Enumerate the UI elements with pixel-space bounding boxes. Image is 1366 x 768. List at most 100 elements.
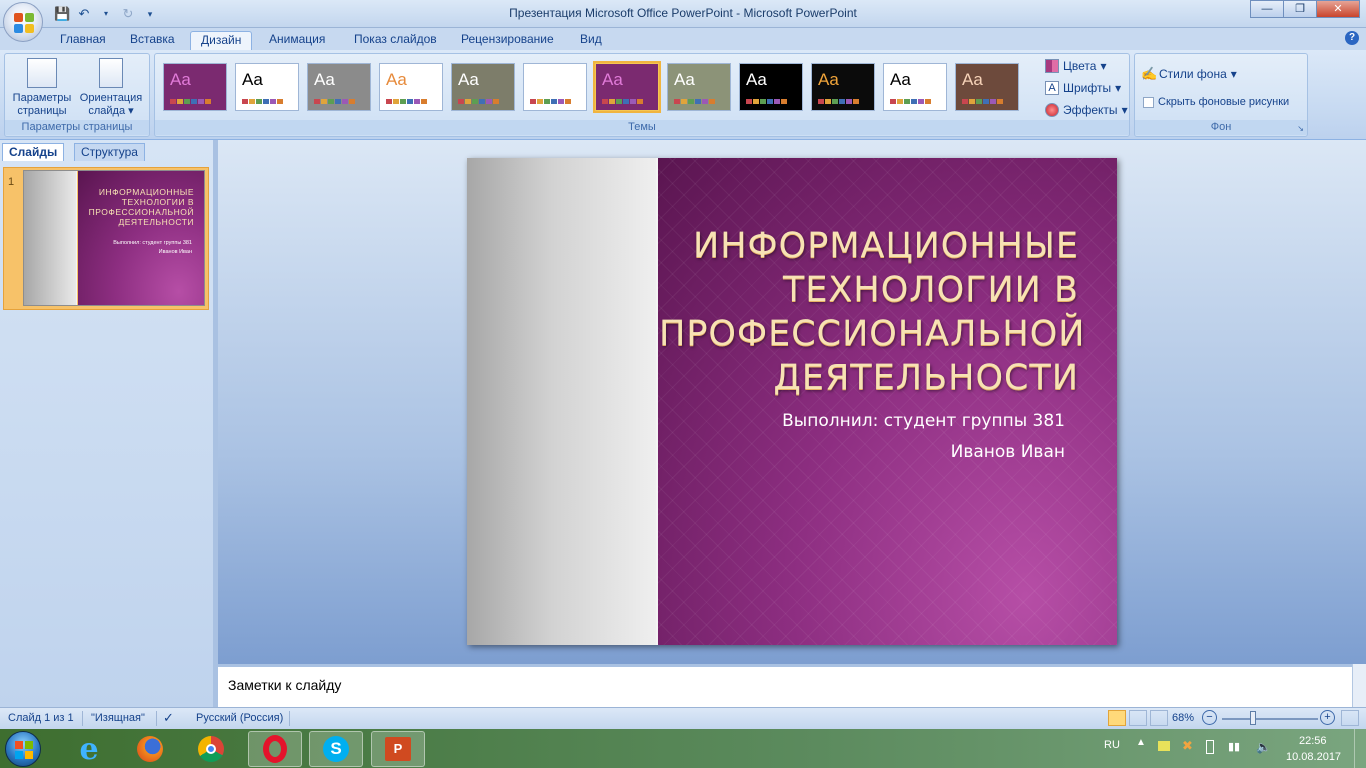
powerpoint-icon[interactable]: P	[371, 731, 425, 767]
theme-thumbnail[interactable]: Aa	[811, 63, 875, 111]
minimize-button[interactable]: —	[1250, 0, 1284, 18]
theme-color-swatches	[242, 99, 283, 104]
slide-info: Слайд 1 из 1	[8, 712, 74, 724]
theme-sample-text: Aa	[386, 70, 407, 89]
tab-slide-show[interactable]: Показ слайдов	[344, 31, 447, 50]
slide-number: 1	[8, 176, 15, 188]
tray-antivirus-icon[interactable]: ✖	[1182, 738, 1193, 754]
fonts-icon: A	[1045, 81, 1059, 95]
theme-thumbnail[interactable]: Aa	[307, 63, 371, 111]
help-icon[interactable]: ?	[1345, 31, 1359, 45]
slide-show-icon[interactable]	[1150, 710, 1168, 726]
notes-pane[interactable]: Заметки к слайду	[218, 664, 1352, 707]
tray-app-icon[interactable]	[1158, 741, 1170, 751]
page-setup-label: Параметры страницы	[12, 92, 72, 117]
zoom-slider[interactable]	[1222, 718, 1318, 720]
clock-date[interactable]: 10.08.2017	[1286, 751, 1341, 763]
slide-sorter-icon[interactable]	[1129, 710, 1147, 726]
volume-icon[interactable]: 🔈	[1256, 740, 1271, 754]
hide-background-checkbox[interactable]: Скрыть фоновые рисунки	[1143, 93, 1289, 111]
zoom-out-icon[interactable]: −	[1202, 710, 1217, 725]
themes-group: AaAaAaAaAaAaAaAaAaAaAaAa ▲ ▼ ▾ Цвета ▾ A…	[154, 53, 1193, 137]
firefox-icon[interactable]	[123, 731, 177, 767]
fonts-label: Шрифты	[1063, 81, 1112, 95]
tab-animation[interactable]: Анимация	[259, 31, 335, 50]
theme-thumbnail[interactable]: Aa	[523, 63, 587, 111]
page-setup-button[interactable]: Параметры страницы	[9, 58, 75, 118]
effects-button[interactable]: Эффекты ▾	[1045, 101, 1128, 119]
tab-review[interactable]: Рецензирование	[451, 31, 564, 50]
tab-design[interactable]: Дизайн	[190, 31, 253, 50]
theme-sample-text: Aa	[890, 70, 911, 89]
theme-thumbnail[interactable]: Aa	[883, 63, 947, 111]
tab-view[interactable]: Вид	[570, 31, 612, 50]
theme-color-swatches	[674, 99, 715, 104]
clock-time[interactable]: 22:56	[1299, 735, 1327, 747]
slide-subtitle-line2[interactable]: Иванов Иван	[951, 442, 1065, 462]
theme-color-swatches	[314, 99, 355, 104]
theme-thumbnail[interactable]: Aa	[235, 63, 299, 111]
fonts-button[interactable]: A Шрифты ▾	[1045, 79, 1121, 97]
window-controls: — ❐ ✕	[1250, 0, 1360, 18]
notes-placeholder: Заметки к слайду	[228, 677, 342, 693]
thumbnail-title: ИНФОРМАЦИОННЫЕ ТЕХНОЛОГИИ В ПРОФЕССИОНАЛ…	[88, 187, 194, 227]
normal-view-icon[interactable]	[1108, 710, 1126, 726]
zoom-in-icon[interactable]: +	[1320, 710, 1335, 725]
opera-icon[interactable]	[248, 731, 302, 767]
theme-thumbnail[interactable]: Aa	[593, 61, 661, 113]
zoom-slider-thumb[interactable]	[1249, 711, 1256, 725]
tab-slides[interactable]: Слайды	[2, 143, 65, 161]
theme-color-swatches	[602, 99, 643, 104]
theme-color-swatches	[746, 99, 787, 104]
save-icon[interactable]: 💾	[54, 6, 70, 22]
language[interactable]: Русский (Россия)	[196, 712, 283, 724]
slide-canvas[interactable]: ИНФОРМАЦИОННЫЕ ТЕХНОЛОГИИ В ПРОФЕССИОНАЛ…	[467, 158, 1117, 645]
notes-scrollbar[interactable]	[1352, 664, 1366, 707]
window-title: Презентация Microsoft Office PowerPoint …	[509, 6, 857, 20]
windows-logo-icon	[15, 741, 33, 759]
undo-dropdown-icon[interactable]: ▾	[98, 6, 114, 22]
redo-icon[interactable]: ↻	[120, 6, 136, 22]
checkbox-icon	[1143, 96, 1154, 108]
close-button[interactable]: ✕	[1316, 0, 1360, 18]
slide-orientation-button[interactable]: Ориентация слайда ▾	[75, 58, 147, 118]
restore-button[interactable]: ❐	[1283, 0, 1317, 18]
theme-sample-text: Aa	[314, 70, 335, 89]
theme-thumbnail[interactable]: Aa	[163, 63, 227, 111]
slide-title[interactable]: ИНФОРМАЦИОННЫЕ ТЕХНОЛОГИИ В ПРОФЕССИОНАЛ…	[659, 224, 1084, 400]
customize-toolbar-icon[interactable]: ▾	[142, 6, 158, 22]
thumbnail-subtitle-1: Выполнил: студент группы 381	[113, 240, 192, 246]
ribbon-tab-bar: Главная Вставка Дизайн Анимация Показ сл…	[0, 28, 1366, 50]
theme-color-swatches	[890, 99, 931, 104]
theme-thumbnail[interactable]: Aa	[739, 63, 803, 111]
show-hidden-icons[interactable]: ▲	[1136, 737, 1146, 748]
theme-thumbnail[interactable]: Aa	[379, 63, 443, 111]
keyboard-language[interactable]: RU	[1104, 739, 1120, 751]
undo-icon[interactable]: ↶	[76, 6, 92, 22]
slide-subtitle-line1[interactable]: Выполнил: студент группы 381	[782, 411, 1065, 431]
tab-insert[interactable]: Вставка	[120, 31, 185, 50]
theme-sample-text: Aa	[746, 70, 767, 89]
signal-icon[interactable]: ▮▮	[1228, 740, 1240, 753]
start-button[interactable]	[5, 731, 41, 767]
battery-icon[interactable]	[1206, 740, 1214, 754]
theme-thumbnail[interactable]: Aa	[955, 63, 1019, 111]
office-button[interactable]	[3, 2, 43, 42]
internet-explorer-icon[interactable]: e	[62, 731, 116, 767]
tab-outline[interactable]: Структура	[74, 143, 145, 161]
colors-icon	[1045, 59, 1059, 73]
colors-label: Цвета	[1063, 59, 1097, 73]
colors-button[interactable]: Цвета ▾	[1045, 57, 1106, 75]
dialog-launcher-icon[interactable]: ↘	[1297, 124, 1304, 133]
slide-thumbnail[interactable]: ИНФОРМАЦИОННЫЕ ТЕХНОЛОГИИ В ПРОФЕССИОНАЛ…	[23, 170, 205, 306]
zoom-level[interactable]: 68%	[1172, 712, 1194, 724]
theme-thumbnail[interactable]: Aa	[667, 63, 731, 111]
background-styles-button[interactable]: ✍ Стили фона ▾	[1141, 65, 1237, 83]
spell-check-icon[interactable]: ✓	[163, 710, 174, 726]
chrome-icon[interactable]	[184, 731, 238, 767]
show-desktop-button[interactable]	[1354, 729, 1366, 768]
theme-thumbnail[interactable]: Aa	[451, 63, 515, 111]
fit-to-window-icon[interactable]	[1341, 710, 1359, 726]
skype-icon[interactable]: S	[309, 731, 363, 767]
tab-home[interactable]: Главная	[50, 31, 116, 50]
